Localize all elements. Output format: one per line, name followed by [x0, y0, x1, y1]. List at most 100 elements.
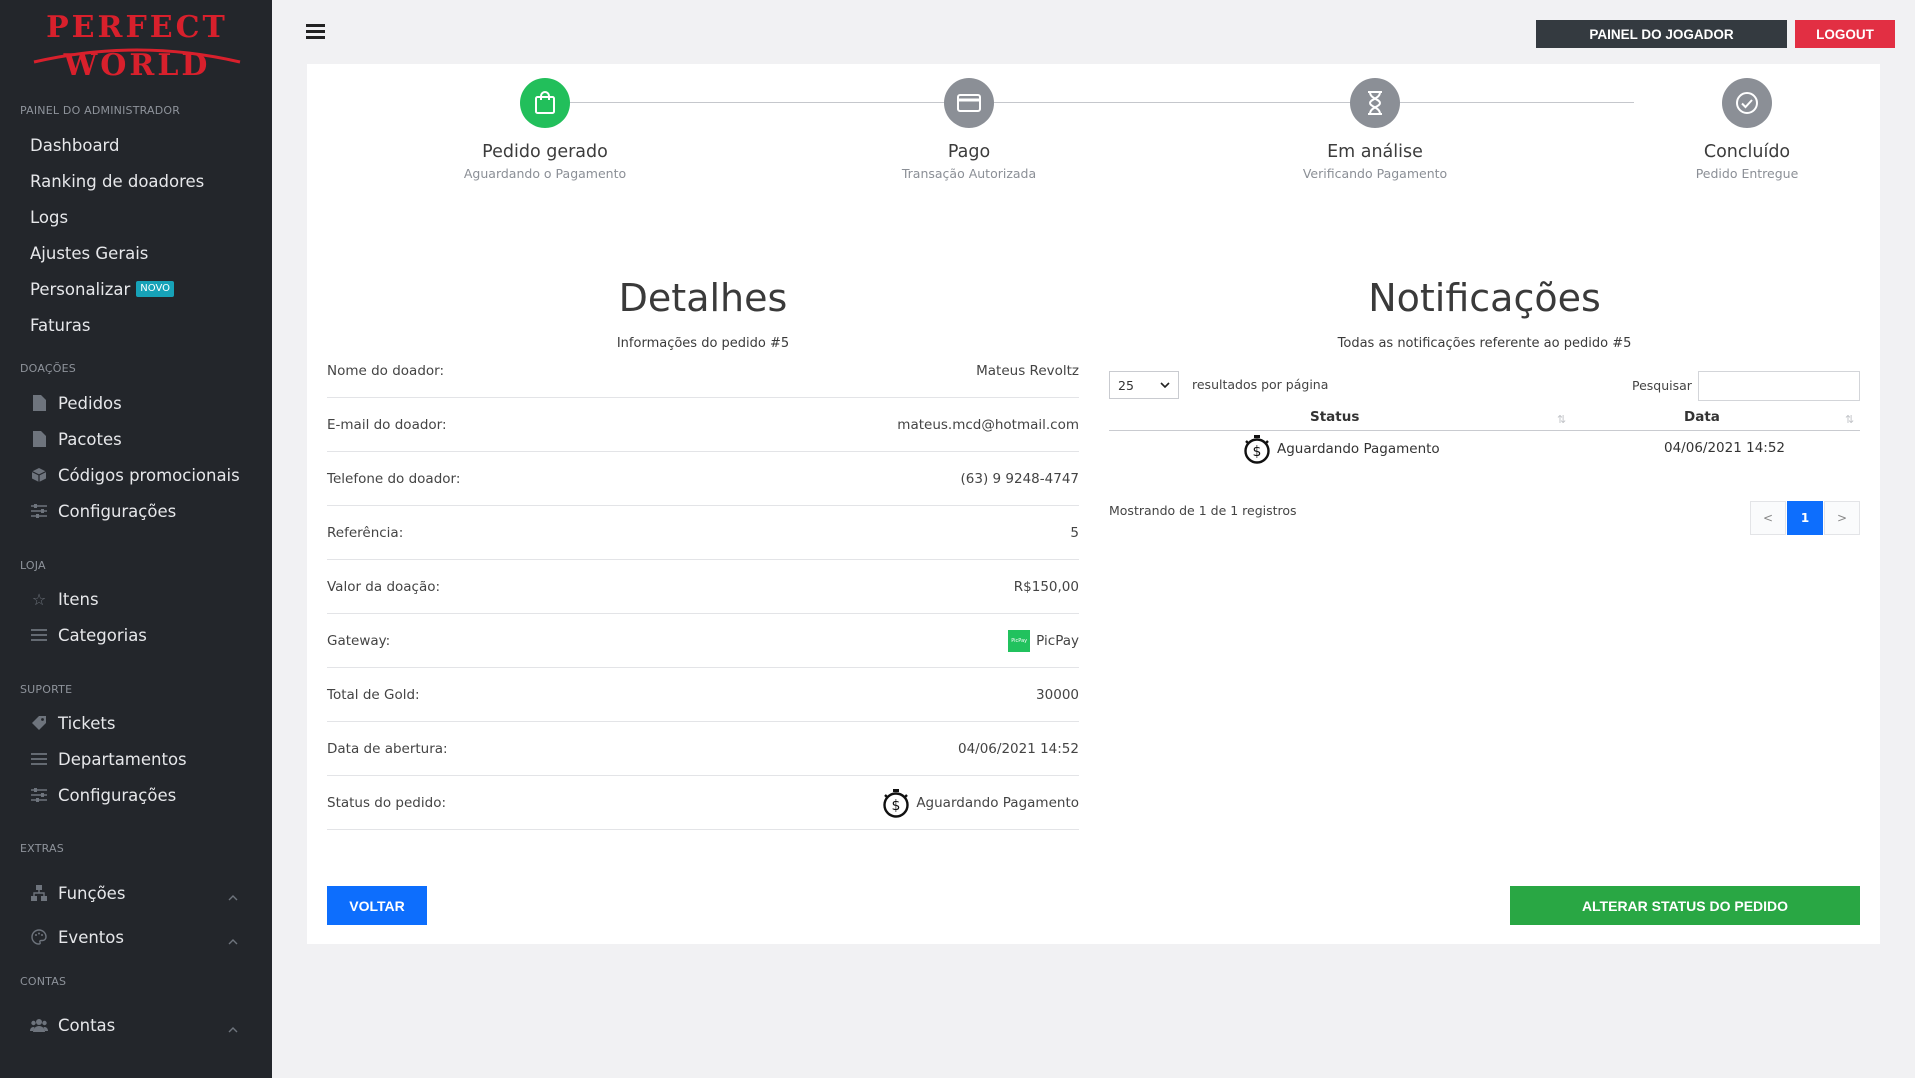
detail-label: E-mail do doador:: [327, 416, 447, 433]
detail-row-data-abertura: Data de abertura: 04/06/2021 14:52: [327, 722, 1079, 776]
sidebar-item-label: Dashboard: [30, 135, 120, 155]
sliders-icon: [30, 786, 48, 804]
sidebar-item-ranking[interactable]: Ranking de doadores: [0, 164, 272, 198]
sidebar-item-categorias[interactable]: Categorias: [0, 618, 272, 652]
sidebar-item-codigos-promocionais[interactable]: Códigos promocionais: [0, 458, 272, 492]
logout-button[interactable]: LOGOUT: [1795, 20, 1895, 48]
status-text: Aguardando Pagamento: [916, 794, 1079, 811]
notification-status: $ Aguardando Pagamento: [1243, 434, 1440, 464]
file-icon: [30, 394, 48, 412]
table-info: Mostrando de 1 de 1 registros: [1109, 503, 1297, 518]
detail-value: 04/06/2021 14:52: [957, 740, 1079, 757]
detail-row-gateway: Gateway: PicPay PicPay: [327, 614, 1079, 668]
column-data[interactable]: Data: [1684, 409, 1720, 425]
sidebar-item-label: Departamentos: [58, 749, 187, 769]
star-icon: ☆: [31, 589, 47, 609]
detail-label: Referência:: [327, 524, 404, 541]
hamburger-menu-icon[interactable]: [306, 24, 326, 40]
sidebar-item-configuracoes-suporte[interactable]: Configurações: [0, 778, 272, 812]
cube-icon: [30, 466, 48, 484]
users-icon: [30, 1016, 48, 1034]
step-title: Pago: [947, 142, 991, 162]
detail-value: mateus.mcd@hotmail.com: [897, 416, 1079, 433]
detail-row-status: Status do pedido: $ Aguardando Pagamento: [327, 776, 1079, 830]
sidebar-item-logs[interactable]: Logs: [0, 200, 272, 234]
chevron-up-icon: [228, 930, 238, 949]
step-subtitle: Pedido Entregue: [1695, 166, 1799, 181]
hourglass-icon: [1350, 78, 1400, 128]
sidebar-item-faturas[interactable]: Faturas: [0, 308, 272, 342]
sidebar-item-label: Códigos promocionais: [58, 465, 240, 485]
detail-value: PicPay PicPay: [1008, 629, 1079, 652]
sidebar-item-pedidos[interactable]: Pedidos: [0, 386, 272, 420]
step-pago: Pago Transação Autorizada: [839, 78, 1099, 181]
notifications-table-header: Status ⇅ Data ⇅: [1109, 409, 1860, 431]
detail-label: Gateway:: [327, 632, 391, 649]
status-text: Aguardando Pagamento: [1277, 441, 1440, 457]
shopping-bag-icon: [520, 78, 570, 128]
sidebar-item-label: Logs: [30, 207, 69, 227]
detail-value: $ Aguardando Pagamento: [882, 788, 1079, 818]
step-subtitle: Transação Autorizada: [901, 166, 1037, 181]
sidebar-item-eventos[interactable]: Eventos: [0, 920, 272, 954]
back-button[interactable]: VOLTAR: [327, 886, 427, 925]
step-em-analise: Em análise Verificando Pagamento: [1245, 78, 1505, 181]
sidebar-item-personalizar[interactable]: Personalizar NOVO: [0, 272, 272, 306]
sidebar-item-funcoes[interactable]: Funções: [0, 876, 272, 910]
logo-line-2: WORLD: [63, 48, 211, 83]
section-suporte: SUPORTE: [20, 683, 73, 696]
sort-icon[interactable]: ⇅: [1557, 413, 1566, 426]
sidebar-item-pacotes[interactable]: Pacotes: [0, 422, 272, 456]
detail-value: 5: [1070, 524, 1079, 541]
sidebar-item-label: Categorias: [58, 625, 147, 645]
detail-label: Valor da doação:: [327, 578, 441, 595]
step-title: Em análise: [1327, 142, 1423, 162]
check-circle-icon: [1722, 78, 1772, 128]
section-contas: CONTAS: [20, 975, 67, 988]
detail-value: 30000: [1036, 686, 1079, 703]
page-size-select[interactable]: 25: [1109, 371, 1179, 399]
perfect-world-logo[interactable]: PERFECT WORLD: [28, 8, 246, 88]
sidebar-item-label: Ajustes Gerais: [30, 243, 149, 263]
per-page-label: resultados por página: [1192, 377, 1329, 392]
pager-page-1[interactable]: 1: [1787, 501, 1823, 535]
player-panel-button[interactable]: PAINEL DO JOGADOR: [1536, 20, 1787, 48]
section-loja: LOJA: [20, 559, 46, 572]
sidebar-item-label: Ranking de doadores: [30, 171, 205, 191]
sidebar-item-configuracoes-doacoes[interactable]: Configurações: [0, 494, 272, 528]
detail-label: Nome do doador:: [327, 362, 445, 379]
sort-icon[interactable]: ⇅: [1845, 413, 1854, 426]
column-status[interactable]: Status: [1310, 409, 1359, 425]
detail-value: (63) 9 9248-4747: [960, 470, 1079, 487]
new-badge: NOVO: [136, 281, 174, 297]
pager-next[interactable]: >: [1824, 501, 1860, 535]
list-icon: [30, 750, 48, 768]
details-title: Detalhes: [618, 276, 788, 320]
notifications-subtitle: Todas as notificações referente ao pedid…: [1337, 336, 1632, 351]
sidebar-item-label: Configurações: [58, 785, 177, 805]
sidebar-item-label: Configurações: [58, 501, 177, 521]
step-title: Pedido gerado: [482, 142, 608, 162]
sidebar-item-label: Contas: [58, 1015, 116, 1035]
tag-icon: [30, 714, 48, 732]
sidebar-item-label: Pacotes: [58, 429, 122, 449]
sidebar-item-contas[interactable]: Contas: [0, 1008, 272, 1042]
picpay-logo-icon: PicPay: [1008, 629, 1031, 652]
sidebar-item-tickets[interactable]: Tickets: [0, 706, 272, 740]
sidebar-item-departamentos[interactable]: Departamentos: [0, 742, 272, 776]
step-subtitle: Aguardando o Pagamento: [463, 166, 627, 181]
search-label: Pesquisar: [1632, 378, 1692, 393]
section-doacoes: DOAÇÕES: [20, 362, 76, 375]
sitemap-icon: [30, 884, 48, 902]
step-concluido: Concluído Pedido Entregue: [1617, 78, 1877, 181]
sidebar-item-dashboard[interactable]: Dashboard: [0, 128, 272, 162]
pager-prev[interactable]: <: [1750, 501, 1786, 535]
sidebar-item-ajustes-gerais[interactable]: Ajustes Gerais: [0, 236, 272, 270]
sidebar-item-itens[interactable]: ☆ Itens: [0, 582, 272, 616]
credit-card-icon: [944, 78, 994, 128]
detail-row-nome: Nome do doador: Mateus Revoltz: [327, 344, 1079, 398]
search-input[interactable]: [1698, 371, 1860, 401]
section-admin: PAINEL DO ADMINISTRADOR: [20, 104, 181, 117]
change-status-button[interactable]: ALTERAR STATUS DO PEDIDO: [1510, 886, 1860, 925]
sidebar: PERFECT WORLD PAINEL DO ADMINISTRADOR Da…: [0, 0, 272, 1078]
